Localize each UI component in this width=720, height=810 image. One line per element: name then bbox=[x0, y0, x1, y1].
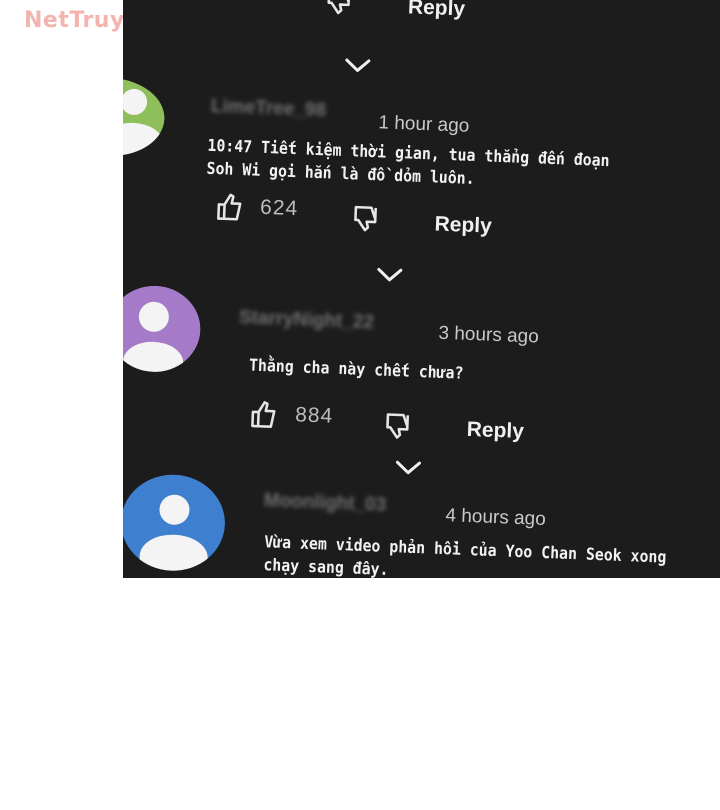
thumbs-down-icon[interactable] bbox=[381, 409, 416, 444]
like-count: 624 bbox=[259, 195, 299, 221]
comment-username[interactable]: StarryNight_22 bbox=[238, 307, 374, 334]
thumbs-down-icon[interactable] bbox=[349, 201, 384, 236]
comment-text: Thằng cha này chết chưa? bbox=[248, 355, 464, 383]
like-count: 884 bbox=[294, 403, 334, 428]
reply-button[interactable]: Reply bbox=[407, 0, 466, 22]
thumbs-down-icon[interactable] bbox=[322, 0, 357, 19]
comment-time: 3 hours ago bbox=[438, 322, 540, 348]
thumbs-up-icon[interactable] bbox=[212, 190, 247, 225]
comment-text: Vừa xem video phản hồi của Yoo Chan Seok… bbox=[263, 532, 667, 578]
comments-panel: Reply LimeTree_98 1 hour ago 10:47 Tiết … bbox=[123, 0, 720, 578]
comment-item: StarryNight_22 3 hours ago Thằng cha này… bbox=[123, 284, 720, 475]
chevron-down-icon[interactable] bbox=[374, 264, 405, 285]
reply-button[interactable]: Reply bbox=[434, 213, 492, 239]
default-avatar-icon[interactable] bbox=[123, 472, 227, 573]
thumbs-up-icon[interactable] bbox=[247, 397, 282, 432]
chevron-down-icon[interactable] bbox=[342, 55, 373, 76]
comment-text: 10:47 Tiết kiệm thời gian, tua thẳng đến… bbox=[206, 135, 610, 189]
comment-time: 4 hours ago bbox=[445, 505, 547, 530]
comment-partial-actions: Reply bbox=[123, 0, 720, 21]
default-avatar-icon[interactable] bbox=[123, 75, 166, 159]
default-avatar-icon[interactable] bbox=[123, 284, 203, 374]
chevron-down-icon[interactable] bbox=[393, 457, 424, 478]
comment-time: 1 hour ago bbox=[378, 112, 470, 137]
comment-item: LimeTree_98 1 hour ago 10:47 Tiết kiệm t… bbox=[123, 75, 720, 282]
comment-username[interactable]: LimeTree_98 bbox=[211, 96, 327, 122]
reply-button[interactable]: Reply bbox=[466, 418, 524, 444]
comment-username[interactable]: Moonlight_03 bbox=[263, 490, 386, 517]
comments-list: Reply LimeTree_98 1 hour ago 10:47 Tiết … bbox=[123, 0, 720, 578]
